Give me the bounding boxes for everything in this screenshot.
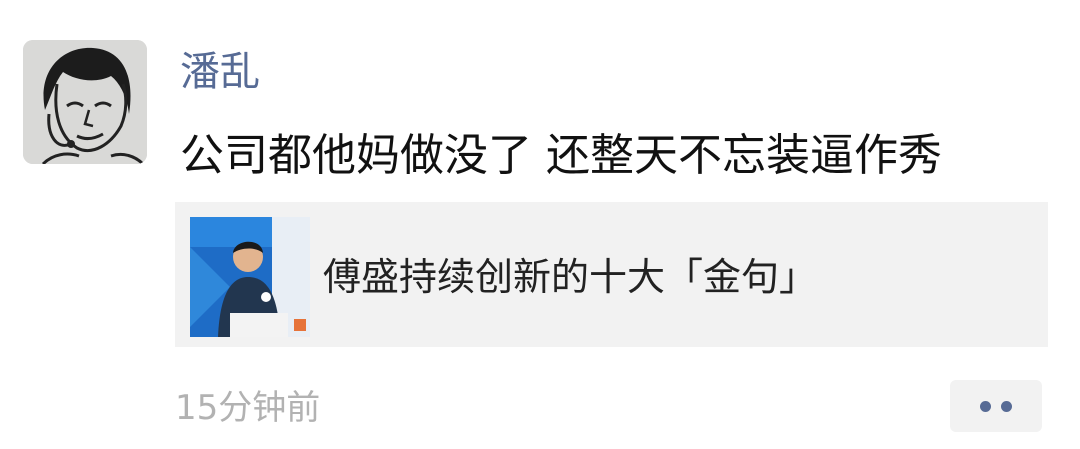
avatar[interactable]: [23, 40, 147, 164]
username[interactable]: 潘乱: [180, 44, 260, 100]
sketch-face-avatar-icon: [23, 40, 147, 164]
shared-link-card[interactable]: 傅盛持续创新的十大「金句」: [175, 202, 1048, 347]
timestamp: 15分钟前: [175, 388, 321, 428]
shared-link-thumbnail: [190, 217, 310, 337]
more-options-button[interactable]: [950, 380, 1042, 432]
two-dots-icon: [980, 400, 991, 412]
speaker-on-stage-thumbnail-icon: [190, 217, 310, 337]
shared-link-title: 傅盛持续创新的十大「金句」: [323, 255, 818, 299]
post-text: 公司都他妈做没了 还整天不忘装逼作秀: [180, 130, 942, 181]
two-dots-icon: [1001, 400, 1012, 412]
